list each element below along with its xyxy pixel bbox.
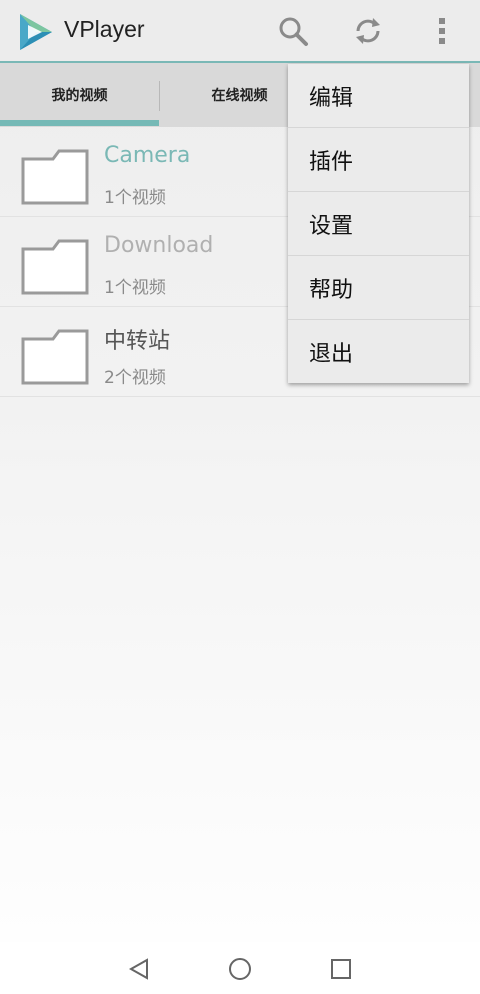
folder-name: Camera xyxy=(104,143,191,168)
folder-count: 1个视频 xyxy=(104,278,166,298)
folder-icon xyxy=(21,149,89,205)
app-title: VPlayer xyxy=(64,16,145,42)
folder-icon xyxy=(21,239,89,295)
more-vert-icon[interactable] xyxy=(425,14,459,48)
refresh-icon[interactable] xyxy=(351,14,385,48)
tab-label: 在线视频 xyxy=(211,88,268,104)
folder-count: 2个视频 xyxy=(104,368,166,388)
folder-count: 1个视频 xyxy=(104,188,166,208)
menu-item-settings[interactable]: 设置 xyxy=(288,192,469,256)
tab-indicator xyxy=(0,120,159,126)
menu-item-help[interactable]: 帮助 xyxy=(288,256,469,320)
overflow-menu: 编辑 插件 设置 帮助 退出 xyxy=(288,64,469,383)
tab-my-videos[interactable]: 我的视频 xyxy=(0,63,159,127)
search-icon[interactable] xyxy=(276,14,310,48)
home-icon[interactable] xyxy=(225,954,255,984)
system-nav-bar xyxy=(0,942,480,994)
menu-item-edit[interactable]: 编辑 xyxy=(288,64,469,128)
folder-icon xyxy=(21,329,89,385)
menu-item-exit[interactable]: 退出 xyxy=(288,320,469,383)
folder-name: Download xyxy=(104,233,214,258)
vplayer-logo-icon xyxy=(20,14,52,50)
recents-icon[interactable] xyxy=(326,954,356,984)
back-icon[interactable] xyxy=(124,954,154,984)
folder-name: 中转站 xyxy=(104,329,171,354)
app-bar: VPlayer xyxy=(0,0,480,62)
menu-item-plugins[interactable]: 插件 xyxy=(288,128,469,192)
tab-label: 我的视频 xyxy=(51,88,108,104)
